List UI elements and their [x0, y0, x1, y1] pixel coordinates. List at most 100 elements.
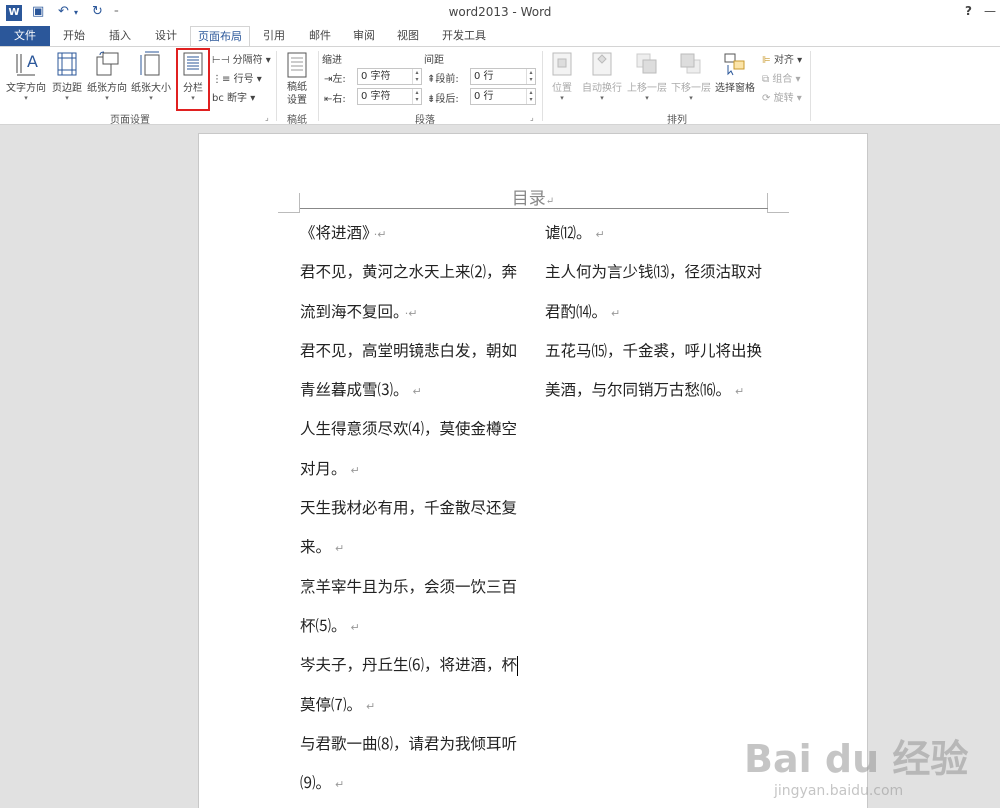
toc-heading[interactable]: 目录↵: [300, 184, 766, 209]
spin-arrows-icon[interactable]: ▴ ▾: [526, 89, 535, 104]
text-line: ⑼。 ↵: [300, 774, 345, 793]
send-backward-label: 下移一层: [671, 83, 711, 94]
tab-file[interactable]: 文件: [0, 26, 50, 46]
chevron-down-icon: ▾: [600, 94, 604, 102]
position-icon: [552, 52, 572, 76]
group-separator: [542, 51, 543, 121]
text-line: 岑夫子，丹丘生⑹，将进酒，杯: [300, 655, 519, 676]
text-line: 君不见，黄河之水天上来⑵，奔: [300, 263, 518, 282]
group-separator: [276, 51, 277, 121]
group-label-paragraph: 段落: [415, 115, 435, 126]
baidu-watermark: Bai du 经验 jingyan.baidu.com: [744, 728, 984, 799]
indent-left-input[interactable]: 0 字符 ▴ ▾: [357, 68, 422, 85]
position-label: 位置: [552, 83, 572, 94]
paragraph-mark: ↵: [350, 463, 360, 477]
title-bar: W ▣ ↶ ▾ ↻ ₌ word2013 - Word ? —: [0, 0, 1000, 26]
text-line: 君酌⒁。 ↵: [545, 302, 621, 321]
margins-button[interactable]: 页边距 ▾: [50, 51, 84, 102]
document-page[interactable]: [198, 133, 868, 808]
tab-insert[interactable]: 插入: [98, 26, 142, 46]
spacing-after-input[interactable]: 0 行 ▴ ▾: [470, 88, 536, 105]
text-direction-label: 文字方向: [6, 83, 46, 94]
selection-pane-button[interactable]: 选择窗格: [714, 51, 756, 94]
position-button[interactable]: 位置 ▾: [546, 51, 578, 102]
draft-paper-button[interactable]: 稿纸 设置: [282, 51, 312, 107]
line-numbers-button[interactable]: ⋮≡ 行号 ▾: [212, 70, 262, 85]
text-line: 对月。 ↵: [300, 459, 360, 478]
orientation-icon: [96, 51, 119, 76]
text-line: 流到海不复回。 ·↵: [300, 302, 418, 321]
bring-forward-label: 上移一层: [627, 83, 667, 94]
paragraph-mark: ·↵: [373, 228, 387, 241]
paragraph-mark: ↵: [335, 542, 345, 556]
paragraph-mark: ↵: [545, 196, 555, 207]
text-direction-button[interactable]: A 文字方向 ▾: [4, 51, 48, 102]
columns-highlight: [176, 48, 210, 111]
group-label-arrange: 排列: [667, 115, 687, 126]
text-line: 《将进酒》 ·↵: [300, 224, 387, 242]
margins-label: 页边距: [52, 83, 82, 94]
group-label-page-setup: 页面设置: [110, 115, 150, 126]
tab-page-layout[interactable]: 页面布局: [190, 26, 250, 47]
dialog-launcher-icon[interactable]: ⌟: [265, 113, 269, 122]
send-backward-button[interactable]: 下移一层 ▾: [670, 51, 712, 102]
tab-home[interactable]: 开始: [52, 26, 96, 46]
tab-view[interactable]: 视图: [386, 26, 430, 46]
ribbon-tabs: 文件 开始 插入 设计 页面布局 引用 邮件 审阅 视图 开发工具: [0, 26, 1000, 47]
right-column[interactable]: 谑⑿。 ↵ 主人何为言少钱⒀，径须沽取对 君酌⒁。 ↵ 五花马⒂，千金裘，呼儿将出换…: [545, 222, 762, 418]
wrap-text-icon: [592, 52, 612, 76]
text-line: 人生得意须尽欢⑷，莫使金樽空: [300, 420, 518, 439]
group-objects-button[interactable]: ⧉ 组合 ▾: [762, 70, 801, 85]
dialog-launcher-icon[interactable]: ⌟: [530, 113, 534, 122]
spin-arrows-icon[interactable]: ▴ ▾: [412, 89, 421, 104]
indent-right-input[interactable]: 0 字符 ▴ ▾: [357, 88, 422, 105]
align-button[interactable]: ⊫ 对齐 ▾: [762, 51, 802, 66]
text-line: 五花马⒂，千金裘，呼儿将出换: [545, 341, 763, 360]
wrap-text-button[interactable]: 自动换行 ▾: [580, 51, 624, 102]
tab-design[interactable]: 设计: [144, 26, 188, 46]
tab-mailings[interactable]: 邮件: [298, 26, 342, 46]
text-line: 主人何为言少钱⒀，径须沽取对: [545, 263, 763, 282]
text-direction-icon: A: [16, 52, 38, 76]
rotate-icon: ⟳: [762, 93, 771, 104]
line-numbers-icon: ⋮≡: [212, 74, 231, 85]
help-button[interactable]: ?: [965, 4, 972, 18]
left-column[interactable]: 《将进酒》 ·↵ 君不见，黄河之水天上来⑵，奔 流到海不复回。 ·↵ 君不见，高堂明…: [300, 222, 519, 808]
spacing-header: 间距: [424, 55, 444, 66]
chevron-down-icon: ▾: [24, 94, 28, 102]
chevron-down-icon: ▾: [65, 94, 69, 102]
indent-left-label: ⇥左:: [324, 74, 346, 85]
bring-forward-icon: [636, 53, 657, 74]
minimize-button[interactable]: —: [984, 4, 996, 18]
spin-arrows-icon[interactable]: ▴ ▾: [526, 69, 535, 84]
spacing-before-input[interactable]: 0 行 ▴ ▾: [470, 68, 536, 85]
selection-pane-label: 选择窗格: [715, 83, 755, 94]
orientation-button[interactable]: 纸张方向 ▾: [86, 51, 128, 102]
draft-paper-icon: [287, 52, 307, 78]
paragraph-mark: ↵: [735, 385, 745, 399]
hyphenation-button[interactable]: bc 断字 ▾: [212, 89, 255, 104]
breaks-button[interactable]: ⊢⊣ 分隔符 ▾: [212, 51, 271, 66]
tab-review[interactable]: 审阅: [342, 26, 386, 46]
tab-developer[interactable]: 开发工具: [432, 26, 496, 46]
bring-forward-button[interactable]: 上移一层 ▾: [626, 51, 668, 102]
chevron-down-icon: ▾: [645, 94, 649, 102]
rotate-button[interactable]: ⟳ 旋转 ▾: [762, 89, 802, 104]
spin-arrows-icon[interactable]: ▴ ▾: [412, 69, 421, 84]
chevron-down-icon: ▾: [105, 94, 109, 102]
group-separator: [318, 51, 319, 121]
margin-corner-mark: [767, 193, 789, 213]
draft-paper-label: 稿纸 设置: [287, 82, 307, 106]
text-line: 谑⑿。 ↵: [545, 224, 605, 242]
tab-references[interactable]: 引用: [254, 26, 294, 46]
orientation-label: 纸张方向: [87, 83, 127, 94]
paper-size-button[interactable]: 纸张大小 ▾: [130, 51, 172, 102]
text-line: 美酒，与尔同销万古愁⒃。 ↵: [545, 381, 745, 400]
indent-header: 缩进: [322, 55, 342, 66]
group-separator: [810, 51, 811, 121]
text-line: 烹羊宰牛且为乐，会须一饮三百: [300, 577, 518, 596]
paragraph-mark: ↵: [350, 620, 360, 634]
breaks-icon: ⊢⊣: [212, 55, 230, 66]
send-backward-icon: [680, 53, 701, 74]
text-line: 天生我材必有用，千金散尽还复: [300, 499, 518, 518]
